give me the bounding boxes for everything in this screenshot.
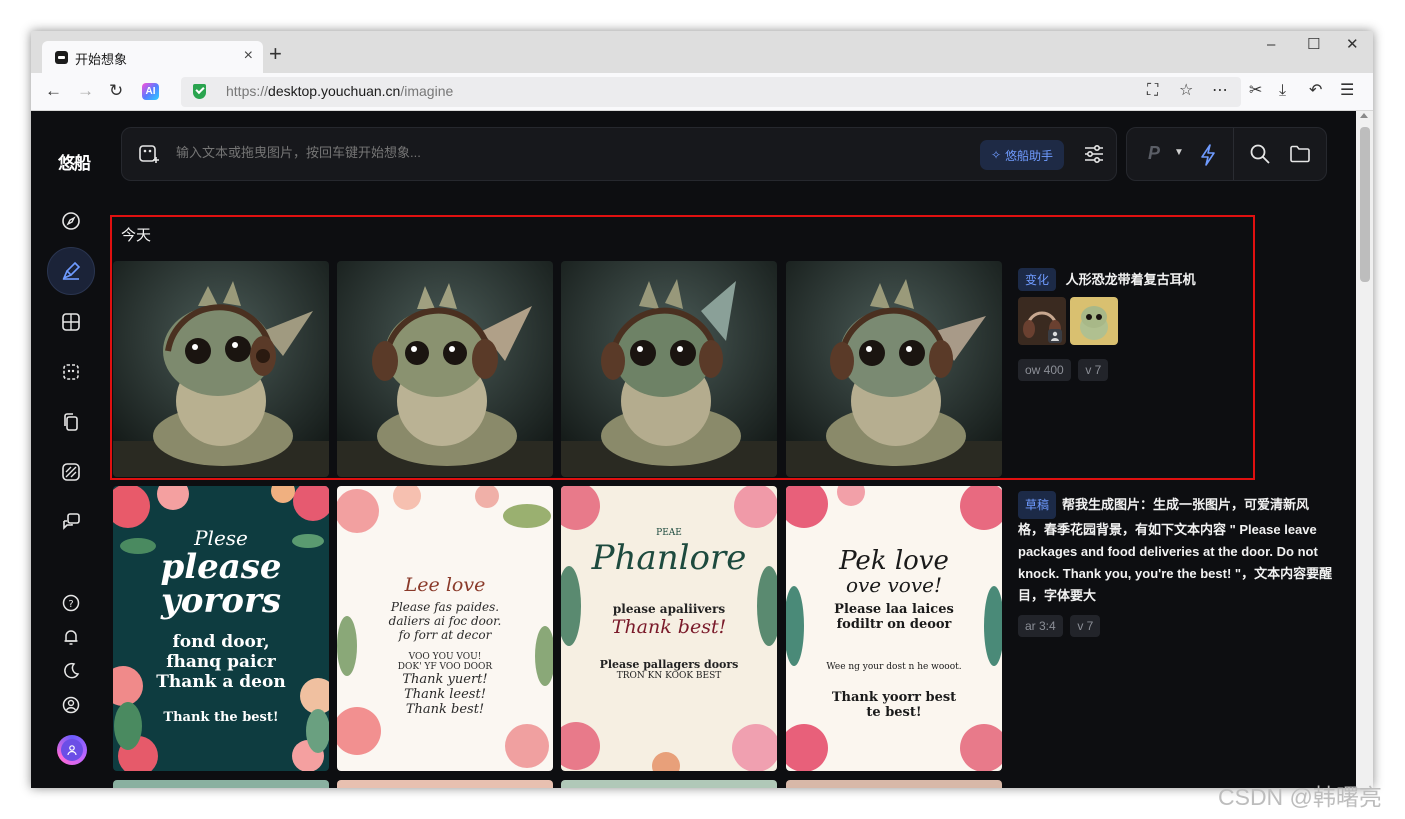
- poster-text: Lee love Please fas paides. daliers ai f…: [388, 574, 502, 717]
- url-text[interactable]: https://desktop.youchuan.cn/imagine: [226, 83, 453, 99]
- help-icon[interactable]: ?: [57, 589, 85, 617]
- toolbar-divider: [1233, 128, 1234, 180]
- chat-bubbles-icon[interactable]: [57, 508, 85, 536]
- tab-close-button[interactable]: ×: [244, 47, 253, 65]
- security-shield-icon[interactable]: [193, 84, 206, 99]
- svg-text:?: ?: [68, 599, 73, 610]
- param-chip[interactable]: v 7: [1070, 615, 1101, 637]
- notification-bell-icon[interactable]: [57, 623, 85, 651]
- job-info: 草稿 帮我生成图片：生成一张图片，可爱清新风格，春季花园背景，有如下文本内容 " …: [1018, 491, 1333, 607]
- dragon-image: [337, 261, 553, 477]
- param-chip[interactable]: v 7: [1078, 359, 1109, 381]
- image-thumbnail[interactable]: PEAE Phanlore please apaliivers Thank be…: [561, 486, 777, 771]
- dragon-image: [113, 261, 329, 477]
- back-icon[interactable]: ←: [45, 81, 62, 101]
- dragon-reference-image: [1070, 297, 1118, 345]
- chevron-down-icon[interactable]: ▼: [1174, 147, 1184, 158]
- job-params: ar 3:4 v 7: [1018, 615, 1104, 637]
- close-window-button[interactable]: ✕: [1346, 37, 1359, 53]
- reference-thumbnail[interactable]: [1070, 297, 1118, 345]
- job-tag[interactable]: 变化: [1018, 268, 1057, 291]
- search-icon[interactable]: [1249, 143, 1271, 165]
- style-texture-icon[interactable]: [57, 458, 85, 486]
- browser-tab[interactable]: 开始想象 ×: [42, 41, 263, 73]
- explore-compass-icon[interactable]: [57, 207, 85, 235]
- poster-text: Pek love ove vove! Please laa laices fod…: [826, 546, 962, 720]
- image-thumbnail[interactable]: [337, 780, 553, 788]
- job-tag[interactable]: 草稿: [1018, 491, 1057, 519]
- screenshot-scissors-icon[interactable]: ✂: [1249, 81, 1262, 101]
- tab-strip: 开始想象 × + – ☐ ✕: [31, 31, 1373, 73]
- new-tab-button[interactable]: +: [269, 43, 282, 65]
- image-thumbnail[interactable]: [337, 261, 553, 477]
- favicon-icon: [55, 51, 68, 64]
- param-chip[interactable]: ar 3:4: [1018, 615, 1063, 637]
- gallery-grid-icon[interactable]: [57, 308, 85, 336]
- image-thumbnail[interactable]: Plese please yorors fond door, fhanq pai…: [113, 486, 329, 771]
- ai-extension-icon[interactable]: AI: [142, 83, 159, 100]
- image-thumbnail[interactable]: [113, 261, 329, 477]
- job-info: 变化 人形恐龙带着复古耳机: [1018, 268, 1196, 291]
- minimize-button[interactable]: –: [1267, 37, 1275, 53]
- dragon-image: [561, 261, 777, 477]
- model-selector[interactable]: P: [1148, 143, 1160, 164]
- settings-sliders-icon[interactable]: [1082, 142, 1106, 166]
- scroll-up-arrow-icon[interactable]: [1360, 113, 1368, 118]
- watermark-text: CSDN @韩曙亮: [1218, 784, 1382, 810]
- user-avatar[interactable]: [57, 735, 87, 765]
- dark-mode-moon-icon[interactable]: [57, 657, 85, 685]
- undo-icon[interactable]: ↶: [1309, 81, 1322, 101]
- app-page: 悠船 ? 输入文本或拖曳图片，按回车键开始想象... ✧ 悠船助手 P ▼ 今天…: [31, 111, 1356, 788]
- image-thumbnail[interactable]: [561, 261, 777, 477]
- account-icon[interactable]: [57, 691, 85, 719]
- edit-image-icon[interactable]: [57, 358, 85, 386]
- create-brush-icon[interactable]: [57, 257, 85, 285]
- image-thumbnail[interactable]: [561, 780, 777, 788]
- prompt-input[interactable]: [176, 145, 776, 160]
- more-dots-icon[interactable]: ⋯: [1212, 81, 1228, 101]
- bookmark-star-icon[interactable]: ☆: [1179, 81, 1193, 101]
- browser-window: 开始想象 × + – ☐ ✕ ← → ↻ AI https://desktop.…: [31, 31, 1373, 788]
- reload-icon[interactable]: ↻: [109, 81, 123, 101]
- image-thumbnail[interactable]: [786, 261, 1002, 477]
- job-prompt: 帮我生成图片：生成一张图片，可爱清新风格，春季花园背景，有如下文本内容 " Pl…: [1018, 497, 1333, 603]
- fast-mode-bolt-icon[interactable]: [1197, 143, 1219, 167]
- poster-text: PEAE Phanlore please apaliivers Thank be…: [591, 528, 747, 681]
- copy-pages-icon[interactable]: [57, 408, 85, 436]
- maximize-button[interactable]: ☐: [1307, 37, 1320, 53]
- menu-icon[interactable]: ☰: [1340, 81, 1354, 101]
- prompt-bar: ✧ 悠船助手: [121, 127, 1117, 181]
- navigation-bar: ← → ↻ AI https://desktop.youchuan.cn/ima…: [31, 73, 1373, 111]
- image-thumbnail[interactable]: [113, 780, 329, 788]
- assistant-button[interactable]: ✧ 悠船助手: [980, 140, 1064, 170]
- forward-icon[interactable]: →: [77, 81, 94, 101]
- dragon-image: [786, 261, 1002, 477]
- image-thumbnail[interactable]: Lee love Please fas paides. daliers ai f…: [337, 486, 553, 771]
- tab-title: 开始想象: [75, 52, 128, 67]
- image-thumbnail[interactable]: [786, 780, 1002, 788]
- translate-icon[interactable]: ⛶: [1147, 81, 1158, 101]
- scroll-thumb[interactable]: [1360, 127, 1370, 282]
- folder-icon[interactable]: [1289, 143, 1311, 165]
- job-prompt: 人形恐龙带着复古耳机: [1065, 272, 1196, 287]
- headphones-reference-image: [1018, 297, 1066, 345]
- assistant-label: 悠船助手: [1005, 148, 1054, 163]
- image-thumbnail[interactable]: Pek love ove vove! Please laa laices fod…: [786, 486, 1002, 771]
- app-logo[interactable]: 悠船: [58, 149, 91, 174]
- poster-text: Plese please yorors fond door, fhanq pai…: [156, 526, 286, 725]
- reference-thumbnail[interactable]: [1018, 297, 1066, 345]
- download-icon[interactable]: ⤓: [1279, 81, 1286, 101]
- user-avatar-icon: [61, 739, 83, 761]
- param-chip[interactable]: ow 400: [1018, 359, 1071, 381]
- sparkle-icon: ✧: [990, 148, 1002, 162]
- job-params: ow 400 v 7: [1018, 359, 1112, 381]
- toolbox: P ▼: [1126, 127, 1327, 181]
- add-image-icon[interactable]: [138, 143, 160, 165]
- scrollbar[interactable]: [1356, 111, 1373, 788]
